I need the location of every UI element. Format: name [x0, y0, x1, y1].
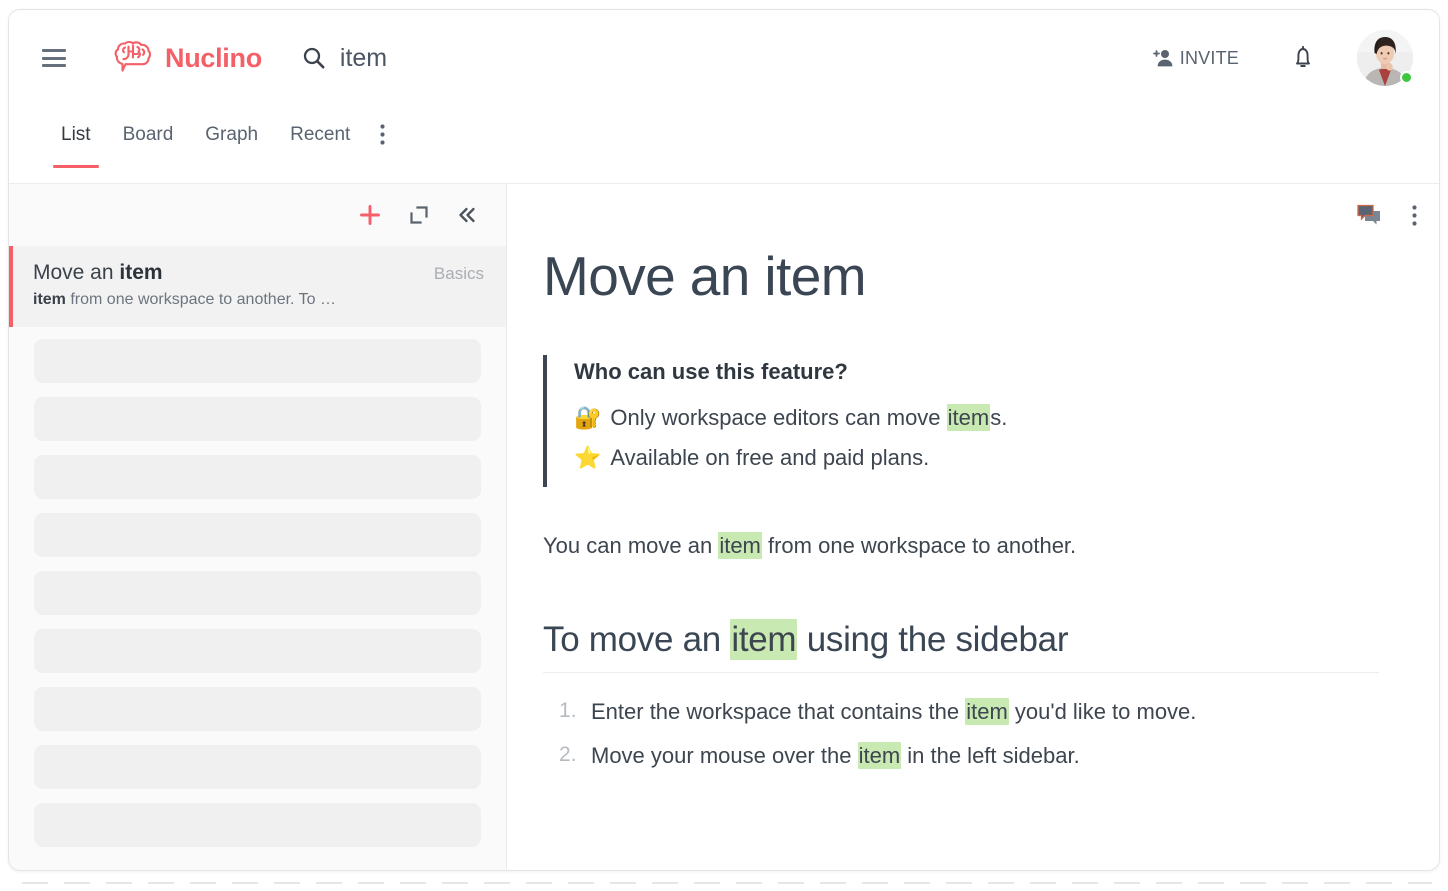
collapse-pane-button[interactable] [456, 204, 478, 226]
search-results-pane: Move an item Basics item from one worksp… [9, 184, 507, 870]
person-add-icon [1152, 50, 1173, 67]
steps-list: Enter the workspace that contains the it… [543, 695, 1379, 773]
tab-recent[interactable]: Recent [274, 106, 366, 168]
search-highlight: item [718, 531, 762, 559]
step-before: Move your mouse over the [591, 742, 858, 768]
skeleton-row [34, 629, 481, 674]
document-pane: Move an item Who can use this feature? 🔐… [507, 184, 1439, 870]
search-input[interactable]: item [302, 44, 387, 73]
list-item[interactable]: Move an item Basics item from one worksp… [9, 246, 506, 328]
expand-pane-button[interactable] [408, 204, 430, 226]
lock-emoji-icon: 🔐 [574, 404, 602, 430]
screen: Nuclino item INVITE List Board Graph Rec… [0, 0, 1448, 891]
bottom-dashed-divider [22, 882, 1432, 884]
search-highlight: item [730, 618, 798, 660]
callout-line: ⭐ Available on free and paid plans. [574, 441, 1379, 475]
notifications-button[interactable] [1285, 39, 1321, 77]
page-title: Move an item [543, 245, 867, 307]
skeleton-row [34, 397, 481, 442]
plus-icon [360, 205, 380, 225]
callout-line-text: Only workspace editors can move items. [610, 401, 1007, 435]
document-toolbar [1356, 204, 1417, 226]
search-highlight: item [965, 697, 1009, 725]
skeleton-row [34, 455, 481, 500]
list-item: Move your mouse over the item in the lef… [559, 739, 1379, 773]
avatar[interactable] [1357, 30, 1413, 86]
list-item-snippet-match: item [33, 291, 66, 309]
skeleton-row [34, 571, 481, 616]
brand-logo[interactable]: Nuclino [111, 40, 262, 76]
invite-button[interactable]: INVITE [1144, 42, 1247, 75]
list-item-snippet-rest: from one workspace to another. To … [65, 291, 336, 309]
tab-list[interactable]: List [45, 106, 107, 168]
view-tabs: List Board Graph Recent [9, 106, 1439, 184]
tab-graph[interactable]: Graph [189, 106, 274, 168]
step-after: you'd like to move. [1008, 698, 1197, 724]
list-item-title: Move an item [33, 260, 163, 286]
search-highlight: item [946, 403, 991, 431]
nuclino-brain-logo-icon [114, 40, 152, 72]
star-emoji-icon: ⭐ [574, 444, 602, 470]
main-area: Move an item Basics item from one worksp… [9, 184, 1439, 870]
document-more-button[interactable] [1412, 204, 1417, 226]
step-before: Enter the workspace that contains the [591, 698, 966, 724]
more-vertical-icon [1412, 204, 1417, 226]
top-bar-actions: INVITE [1144, 10, 1413, 106]
list-item: Enter the workspace that contains the it… [559, 695, 1379, 729]
paragraph-after: from one workspace to another. [761, 532, 1077, 558]
tabs-more-button[interactable] [366, 106, 399, 162]
invite-label: INVITE [1179, 47, 1239, 68]
paragraph-before: You can move an [543, 532, 719, 558]
intro-paragraph: You can move an item from one workspace … [543, 529, 1379, 562]
bell-icon [1296, 45, 1310, 67]
list-toolbar [9, 184, 506, 246]
more-vertical-icon [380, 123, 385, 145]
top-bar: Nuclino item INVITE [9, 10, 1439, 106]
app-window: Nuclino item INVITE List Board Graph Rec… [8, 9, 1440, 871]
callout-text-before: Only workspace editors can move [610, 404, 947, 430]
skeleton-row [34, 745, 481, 790]
callout-heading: Who can use this feature? [574, 358, 848, 384]
collapse-left-double-chevron-icon [459, 207, 475, 223]
add-item-button[interactable] [358, 203, 382, 227]
search-highlight: item [857, 741, 902, 769]
section-heading: To move an item using the sidebar [543, 618, 1379, 673]
list-item-tag: Basics [433, 264, 484, 283]
list-item-snippet: item from one workspace to another. To … [33, 290, 484, 311]
expand-fullscreen-icon [410, 206, 428, 224]
skeleton-row [34, 803, 481, 848]
search-query-text: item [339, 43, 388, 72]
skeleton-row [34, 339, 481, 384]
callout-line-text: Available on free and paid plans. [610, 444, 930, 470]
step-after: in the left sidebar. [901, 742, 1080, 768]
callout-text-after: s. [990, 404, 1008, 430]
list-item-title-match: item [119, 261, 163, 284]
document-content: Move an item Who can use this feature? 🔐… [507, 184, 1439, 773]
callout-line: 🔐 Only workspace editors can move items. [574, 401, 1379, 435]
callout-box: Who can use this feature? 🔐 Only workspa… [543, 354, 1379, 487]
skeleton-row [34, 687, 481, 732]
comment-bubble-icon[interactable] [1356, 204, 1382, 226]
brand-name: Nuclino [165, 42, 262, 73]
skeleton-row [34, 513, 481, 558]
heading-after: using the sidebar [797, 619, 1069, 659]
list-item-title-prefix: Move an [33, 261, 120, 284]
search-icon [303, 47, 325, 69]
heading-before: To move an [543, 619, 731, 659]
skeleton-placeholder-list [9, 327, 506, 848]
tab-board[interactable]: Board [107, 106, 190, 168]
online-status-dot [1400, 71, 1413, 84]
hamburger-menu-icon[interactable] [39, 47, 69, 69]
